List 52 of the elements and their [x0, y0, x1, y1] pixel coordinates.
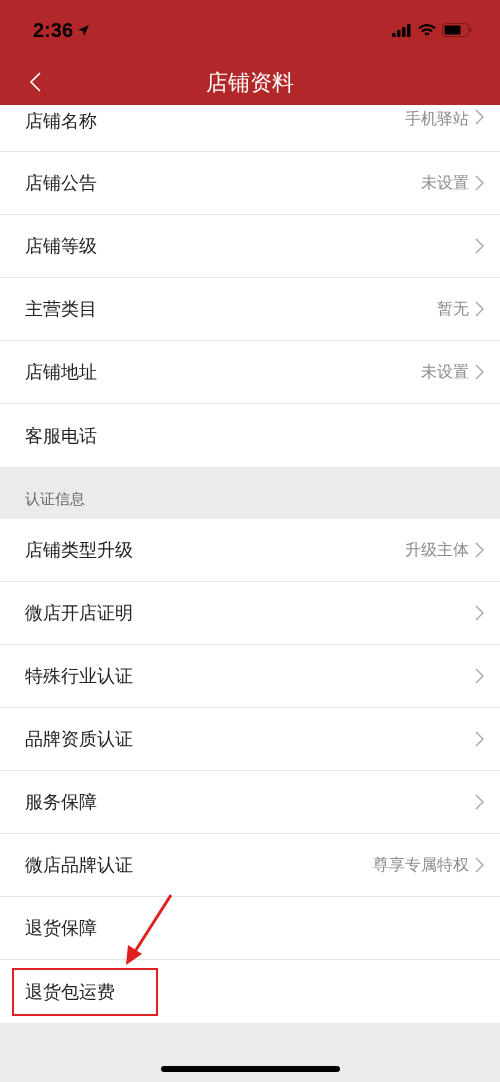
row-label: 店铺公告 [25, 171, 98, 195]
page-title: 店铺资料 [206, 68, 294, 97]
row-label: 店铺等级 [25, 234, 98, 258]
settings-row[interactable]: 特殊行业认证 [0, 645, 500, 708]
settings-row[interactable]: 店铺等级 [0, 215, 500, 278]
chevron-right-icon [475, 301, 484, 317]
settings-row[interactable]: 店铺类型升级 升级主体 [0, 519, 500, 582]
row-value: 升级主体 [405, 539, 469, 561]
settings-row[interactable]: 店铺地址 未设置 [0, 341, 500, 404]
chevron-right-icon [475, 175, 484, 191]
row-value: 手机驿站 [405, 109, 469, 130]
chevron-right-icon [475, 794, 484, 810]
section-header: 认证信息 [25, 490, 85, 509]
row-label: 特殊行业认证 [25, 664, 134, 688]
settings-row[interactable]: 品牌资质认证 [0, 708, 500, 771]
row-label: 主营类目 [25, 297, 98, 321]
settings-row[interactable]: 服务保障 [0, 771, 500, 834]
chevron-right-icon [475, 605, 484, 621]
settings-row[interactable]: 主营类目 暂无 [0, 278, 500, 341]
battery-icon [442, 23, 472, 37]
row-label: 店铺类型升级 [25, 538, 134, 562]
chevron-right-icon [475, 364, 484, 380]
location-arrow-icon [77, 23, 91, 37]
row-label: 微店品牌认证 [25, 853, 134, 877]
settings-row[interactable]: 微店品牌认证 尊享专属特权 [0, 834, 500, 897]
status-time: 2:36 [33, 18, 91, 42]
wifi-icon [418, 23, 436, 37]
row-value: 暂无 [437, 298, 469, 320]
signal-icon [392, 23, 412, 37]
row-label: 店铺名称 [25, 109, 98, 133]
row-label: 店铺地址 [25, 360, 98, 384]
chevron-right-icon [475, 668, 484, 684]
row-value: 未设置 [421, 172, 469, 194]
settings-row[interactable]: 客服电话 [0, 404, 500, 467]
row-value: 未设置 [421, 361, 469, 383]
row-label: 品牌资质认证 [25, 727, 134, 751]
row-label: 退货包运费 [25, 979, 116, 1004]
chevron-right-icon [475, 731, 484, 747]
row-label: 微店开店证明 [25, 601, 134, 625]
chevron-right-icon [475, 857, 484, 873]
row-value: 尊享专属特权 [373, 854, 469, 876]
settings-row[interactable]: 店铺公告 未设置 [0, 152, 500, 215]
row-label: 客服电话 [25, 423, 98, 448]
row-label: 退货保障 [25, 916, 98, 940]
back-icon [30, 72, 41, 92]
settings-row[interactable]: 退货包运费 [0, 960, 500, 1023]
settings-row[interactable]: 店铺名称 手机驿站 [0, 105, 500, 152]
chevron-right-icon [475, 542, 484, 558]
settings-row[interactable]: 微店开店证明 [0, 582, 500, 645]
chevron-right-icon [475, 109, 484, 125]
chevron-right-icon [475, 238, 484, 254]
row-label: 服务保障 [25, 790, 98, 814]
